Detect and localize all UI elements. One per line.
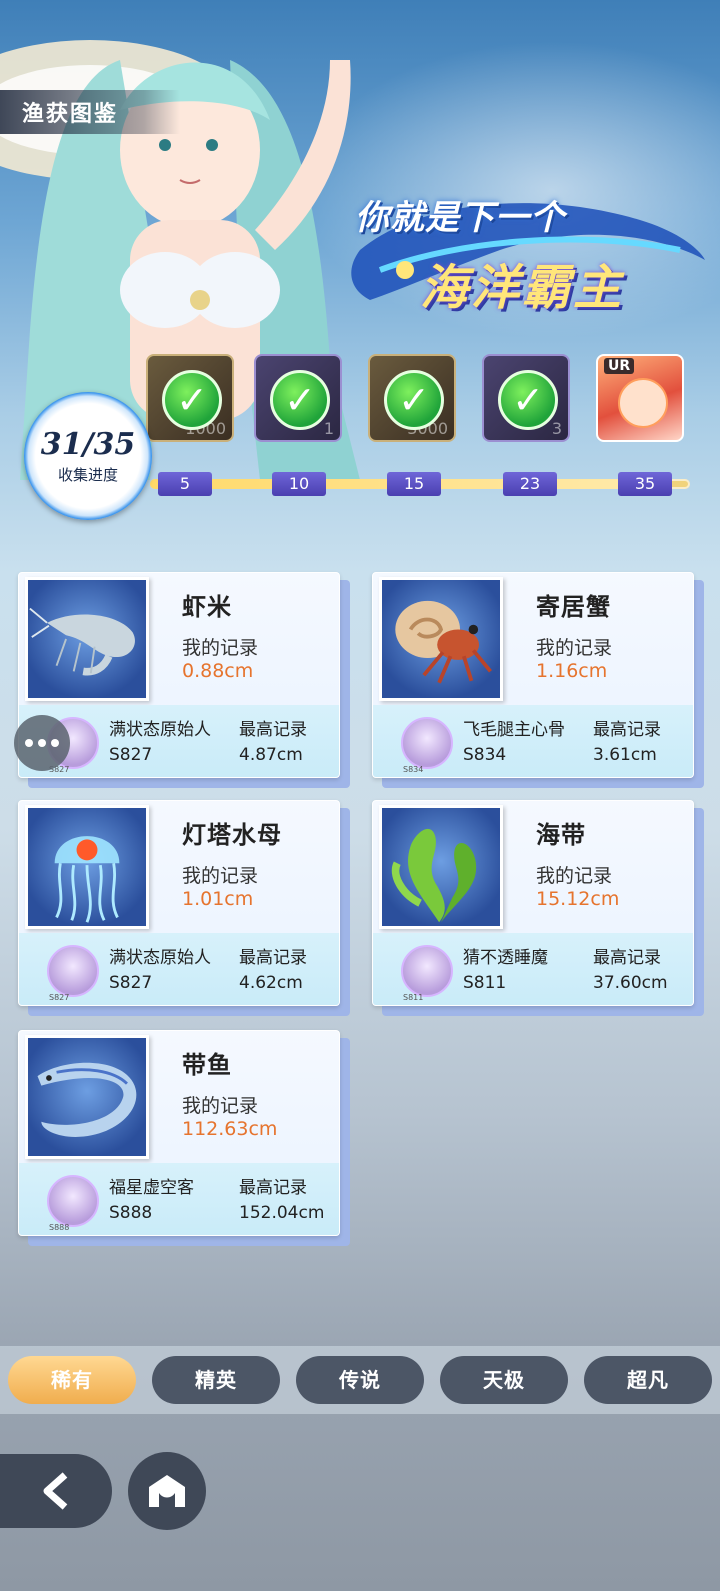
milestone-reward-ur[interactable]: UR — [596, 354, 684, 442]
my-record-label: 我的记录 — [182, 637, 259, 659]
record-holder-server: S827 — [109, 973, 153, 993]
reward-amount: 3 — [551, 419, 562, 438]
page-title: 渔获图鉴 — [22, 102, 119, 127]
record-holder-server: S888 — [109, 1203, 153, 1223]
my-record-value: 1.01cm — [182, 888, 254, 910]
milestone-reward[interactable]: 3 ✓ — [482, 354, 570, 442]
avatar-server-tag: S888 — [49, 1223, 70, 1232]
page-title-box: 渔获图鉴 — [0, 90, 180, 134]
shrimp-icon — [25, 577, 149, 701]
chat-button[interactable] — [14, 715, 70, 771]
tab-transcendent[interactable]: 超凡 — [584, 1356, 712, 1404]
avatar-server-tag: S811 — [403, 993, 424, 1002]
check-icon: ✓ — [384, 370, 444, 430]
record-holder-row: S827 满状态原始人 S827 最高记录 4.62cm — [19, 933, 339, 1005]
progress-count: 31/35 — [40, 427, 136, 462]
record-holder-server: S811 — [463, 973, 507, 993]
fish-name: 虾米 — [182, 593, 232, 621]
record-holder-row: S811 猜不透睡魔 S811 最高记录 37.60cm — [373, 933, 693, 1005]
fish-card[interactable]: 寄居蟹 我的记录 1.16cm S834 飞毛腿主心骨 S834 最高记录 3.… — [372, 572, 704, 788]
milestone-threshold: 5 — [158, 472, 212, 496]
my-record-label: 我的记录 — [536, 865, 613, 887]
milestone-3[interactable]: 3000 ✓ — [368, 354, 458, 442]
avatar-server-tag: S834 — [403, 765, 424, 774]
kelp-icon — [379, 805, 503, 929]
ur-badge: UR — [604, 358, 635, 374]
record-holder-name: 飞毛腿主心骨 — [463, 720, 565, 740]
best-record-label: 最高记录 — [239, 720, 307, 740]
hermit-crab-icon — [379, 577, 503, 701]
record-holder-server: S834 — [463, 745, 507, 765]
fish-card[interactable]: 带鱼 我的记录 112.63cm S888 福星虚空客 S888 最高记录 15… — [18, 1030, 350, 1246]
record-holder-name: 福星虚空客 — [109, 1178, 194, 1198]
fish-card[interactable]: 海带 我的记录 15.12cm S811 猜不透睡魔 S811 最高记录 37.… — [372, 800, 704, 1016]
my-record-value: 112.63cm — [182, 1118, 278, 1140]
my-record-value: 0.88cm — [182, 660, 254, 682]
slogan-line2: 海洋霸主 — [420, 260, 625, 316]
avatar[interactable] — [401, 717, 453, 769]
best-record-value: 4.87cm — [239, 745, 303, 765]
milestone-5[interactable]: UR — [596, 354, 686, 442]
progress-label: 收集进度 — [57, 466, 118, 484]
ur-character-avatar — [618, 378, 668, 428]
tab-legend[interactable]: 传说 — [296, 1356, 424, 1404]
milestone-4[interactable]: 3 ✓ — [482, 354, 572, 442]
avatar[interactable] — [47, 1175, 99, 1227]
ribbonfish-icon — [25, 1035, 149, 1159]
record-holder-name: 满状态原始人 — [109, 948, 211, 968]
fish-name: 海带 — [536, 821, 586, 849]
home-button[interactable] — [128, 1452, 206, 1530]
record-holder-row: S888 福星虚空客 S888 最高记录 152.04cm — [19, 1163, 339, 1235]
milestone-reward[interactable]: 3000 ✓ — [368, 354, 456, 442]
best-record-label: 最高记录 — [593, 720, 661, 740]
milestone-threshold: 10 — [272, 472, 326, 496]
best-record-value: 37.60cm — [593, 973, 668, 993]
milestone-reward[interactable]: 1 ✓ — [254, 354, 342, 442]
fish-name: 带鱼 — [182, 1051, 232, 1079]
my-record-label: 我的记录 — [182, 865, 259, 887]
tab-elite[interactable]: 精英 — [152, 1356, 280, 1404]
back-button[interactable] — [0, 1454, 112, 1528]
best-record-value: 4.62cm — [239, 973, 303, 993]
my-record-label: 我的记录 — [536, 637, 613, 659]
record-holder-name: 满状态原始人 — [109, 720, 211, 740]
milestone-reward[interactable]: 1000 ✓ — [146, 354, 234, 442]
check-icon: ✓ — [498, 370, 558, 430]
jellyfish-icon — [25, 805, 149, 929]
milestone-threshold: 35 — [618, 472, 672, 496]
fish-name: 灯塔水母 — [182, 821, 282, 849]
fish-card[interactable]: 灯塔水母 我的记录 1.01cm S827 满状态原始人 S827 最高记录 4… — [18, 800, 350, 1016]
record-holder-server: S827 — [109, 745, 153, 765]
chat-icon — [25, 739, 33, 747]
milestone-threshold: 23 — [503, 472, 557, 496]
tab-celestial[interactable]: 天极 — [440, 1356, 568, 1404]
fish-name: 寄居蟹 — [536, 593, 611, 621]
slogan-line1: 你就是下一个 — [355, 198, 565, 238]
my-record-value: 1.16cm — [536, 660, 608, 682]
chevron-left-icon — [43, 1472, 68, 1510]
check-icon: ✓ — [162, 370, 222, 430]
best-record-label: 最高记录 — [239, 948, 307, 968]
best-record-value: 3.61cm — [593, 745, 657, 765]
home-icon — [149, 1475, 185, 1507]
best-record-label: 最高记录 — [593, 948, 661, 968]
record-holder-name: 猜不透睡魔 — [463, 948, 548, 968]
best-record-value: 152.04cm — [239, 1203, 325, 1223]
check-icon: ✓ — [270, 370, 330, 430]
milestone-2[interactable]: 1 ✓ — [254, 354, 344, 442]
record-holder-row: S834 飞毛腿主心骨 S834 最高记录 3.61cm — [373, 705, 693, 777]
milestone-threshold: 15 — [387, 472, 441, 496]
collection-progress: 31/35 收集进度 — [24, 392, 152, 520]
milestone-1[interactable]: 1000 ✓ — [146, 354, 236, 442]
best-record-label: 最高记录 — [239, 1178, 307, 1198]
avatar-server-tag: S827 — [49, 993, 70, 1002]
my-record-label: 我的记录 — [182, 1095, 259, 1117]
my-record-value: 15.12cm — [536, 888, 620, 910]
reward-amount: 1 — [323, 419, 334, 438]
avatar[interactable] — [47, 945, 99, 997]
tab-rare[interactable]: 稀有 — [8, 1356, 136, 1404]
avatar[interactable] — [401, 945, 453, 997]
rarity-tabbar: 稀有 精英 传说 天极 超凡 — [0, 1346, 720, 1414]
